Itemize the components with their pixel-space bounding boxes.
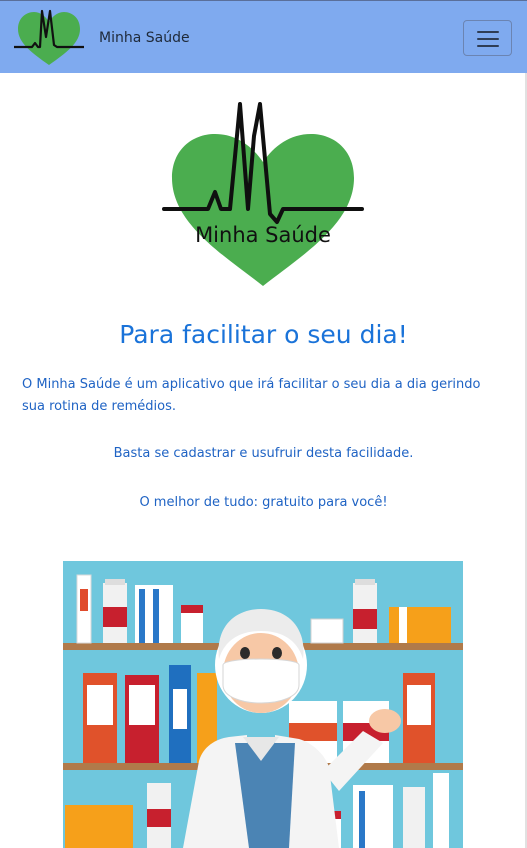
brand-name[interactable]: Minha Saúde — [99, 30, 190, 46]
menu-toggle-button[interactable] — [463, 20, 512, 56]
hamburger-menu-icon — [477, 31, 499, 33]
pharmacist-illustration — [63, 561, 463, 848]
signup-paragraph: Basta se cadastrar e usufruir desta faci… — [113, 446, 414, 461]
navbar: Minha Saúde — [0, 0, 527, 73]
heart-pulse-logo-icon[interactable] — [12, 7, 86, 69]
hero-logo-icon: Minha Saúde — [162, 102, 364, 286]
hero-logo-text: Minha Saúde — [195, 223, 331, 247]
page-title: Para facilitar o seu dia! — [119, 320, 408, 349]
intro-paragraph: O Minha Saúde é um aplicativo que irá fa… — [22, 377, 481, 414]
free-paragraph: O melhor de tudo: gratuito para você! — [139, 495, 388, 510]
